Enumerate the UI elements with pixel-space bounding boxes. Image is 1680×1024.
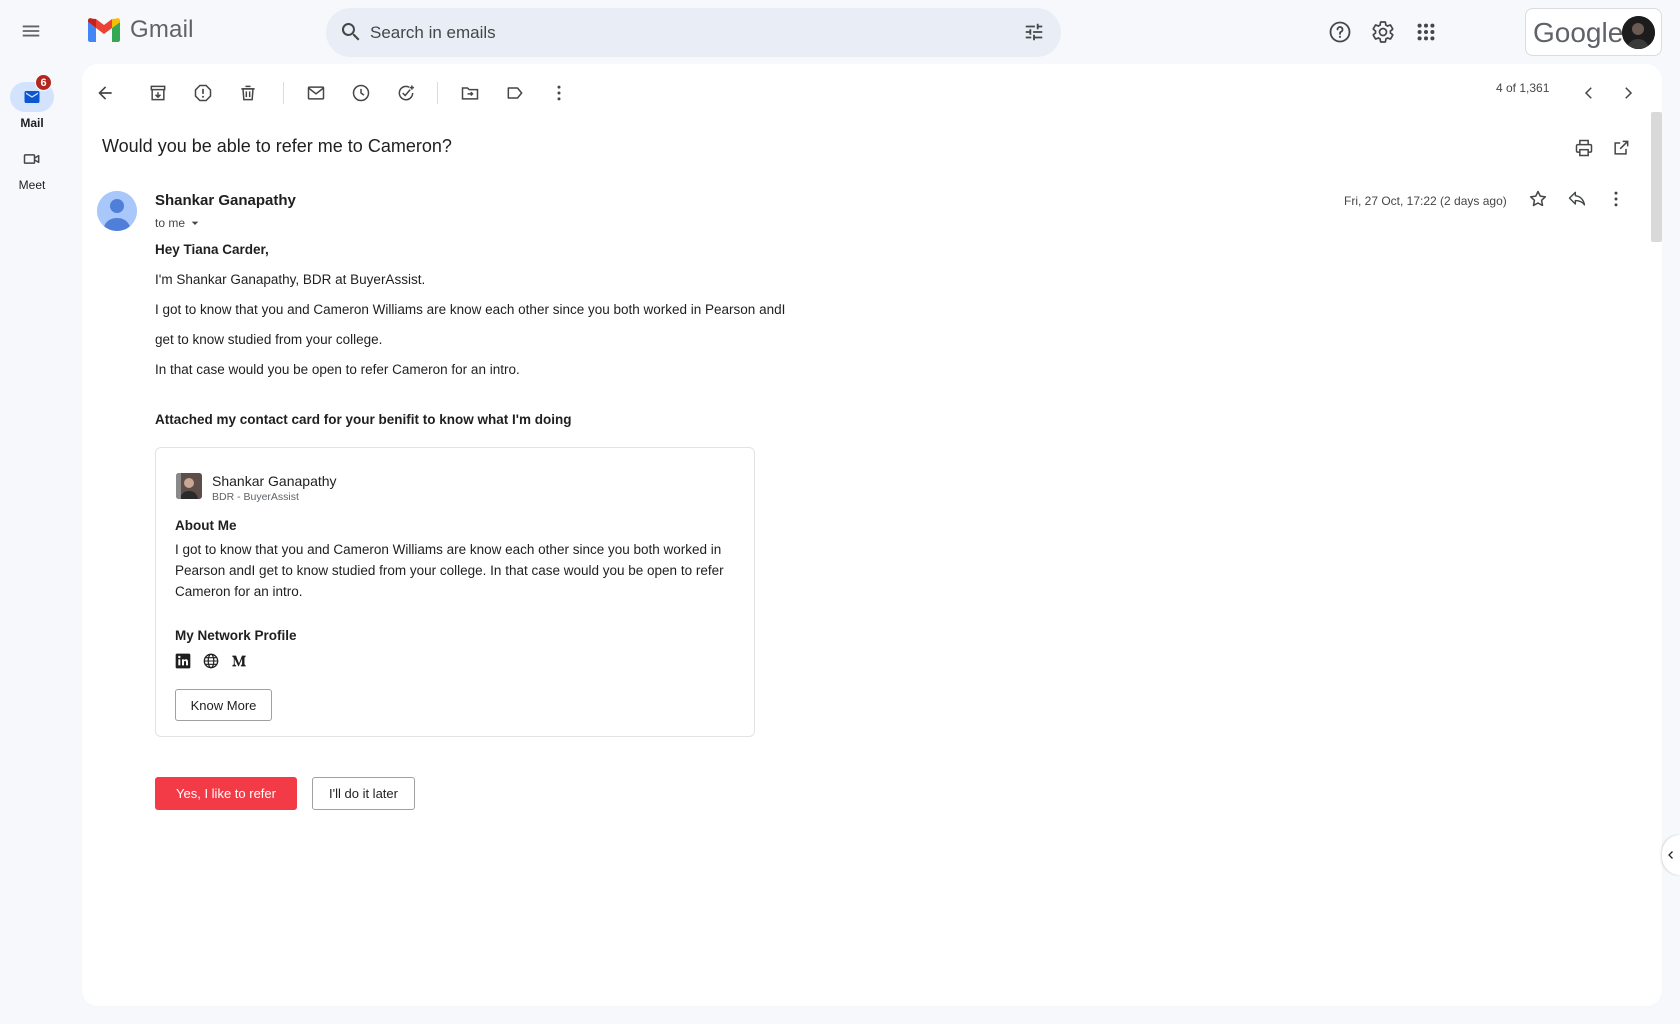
contact-card: Shankar Ganapathy BDR - BuyerAssist Abou…	[155, 447, 755, 737]
apps-icon	[1417, 23, 1435, 41]
rail-label-meet: Meet	[18, 178, 46, 192]
message-view: 4 of 1,361 Would you be able to refer me…	[82, 64, 1662, 1006]
email-greeting: Hey Tiana Carder,	[155, 242, 269, 257]
chevron-left-icon	[1584, 87, 1592, 99]
video-icon	[23, 154, 40, 164]
open-in-new-icon	[1614, 140, 1629, 155]
message-more-button[interactable]	[1599, 182, 1633, 216]
older-button[interactable]	[1611, 76, 1645, 110]
unread-badge: 6	[35, 74, 52, 91]
search-input[interactable]	[370, 20, 970, 46]
rail-item-meet[interactable]: Meet	[0, 144, 64, 192]
chevron-left-icon	[1668, 851, 1673, 859]
main-menu-button[interactable]	[14, 14, 48, 48]
star-button[interactable]	[1521, 182, 1555, 216]
snooze-button[interactable]	[344, 76, 378, 110]
google-wordmark: Google	[1533, 17, 1624, 48]
reply-icon	[1568, 191, 1586, 206]
mail-pill[interactable]: 6	[10, 74, 54, 112]
side-panel-toggle[interactable]	[1662, 835, 1680, 875]
globe-icon[interactable]	[203, 653, 219, 669]
email-body-line: In that case would you be open to refer …	[155, 362, 520, 377]
email-subject: Would you be able to refer me to Cameron…	[102, 136, 452, 156]
settings-button[interactable]	[1366, 15, 1400, 49]
refer-yes-button[interactable]: Yes, I like to refer	[155, 777, 297, 810]
user-avatar-icon	[1622, 16, 1655, 49]
print-button[interactable]	[1567, 131, 1601, 165]
recipient-details[interactable]: to me	[155, 215, 203, 231]
sender-avatar[interactable]	[97, 191, 137, 231]
arrow-back-icon	[98, 86, 112, 100]
search-bar[interactable]	[326, 8, 1061, 57]
toolbar-divider	[283, 82, 284, 104]
toolbar-divider	[437, 82, 438, 104]
mail-icon	[24, 91, 40, 103]
search-icon[interactable]	[339, 20, 363, 44]
know-more-button[interactable]: Know More	[175, 689, 272, 721]
refer-later-button[interactable]: I'll do it later	[312, 777, 415, 810]
recipient-text: to me	[155, 216, 186, 230]
app-name: Gmail	[130, 16, 194, 43]
apps-button[interactable]	[1409, 15, 1443, 49]
medium-icon[interactable]	[231, 653, 247, 669]
settings-icon	[1372, 21, 1394, 43]
gmail-logo[interactable]: Gmail	[88, 16, 194, 44]
account-switcher[interactable]: Google	[1525, 8, 1662, 56]
card-name: Shankar Ganapathy	[212, 473, 337, 489]
meet-pill[interactable]	[10, 144, 54, 174]
card-avatar	[176, 473, 202, 499]
mark-unread-button[interactable]	[299, 76, 333, 110]
report-spam-button[interactable]	[186, 76, 220, 110]
move-to-button[interactable]	[453, 76, 487, 110]
network-heading: My Network Profile	[175, 628, 297, 643]
open-new-window-button[interactable]	[1604, 131, 1638, 165]
trash-icon	[241, 85, 255, 101]
labels-button[interactable]	[498, 76, 532, 110]
email-body-line: I got to know that you and Cameron Willi…	[155, 302, 786, 317]
rail-item-mail[interactable]: 6 Mail	[0, 74, 64, 130]
move-to-folder-icon	[461, 87, 479, 100]
more-options-button[interactable]	[542, 76, 576, 110]
archive-icon	[150, 85, 166, 101]
gmail-logo-icon	[88, 18, 120, 42]
arrow-drop-down-icon	[191, 221, 199, 225]
report-spam-icon	[194, 84, 212, 102]
label-icon	[507, 87, 523, 99]
message-date: Fri, 27 Oct, 17:22 (2 days ago)	[1344, 194, 1507, 208]
about-heading: About Me	[175, 518, 237, 533]
email-body-line: get to know studied from your college.	[155, 332, 383, 347]
add-to-tasks-button[interactable]	[389, 76, 423, 110]
more-vert-icon	[557, 85, 561, 101]
top-header: Gmail Google	[0, 0, 1680, 64]
card-role: BDR - BuyerAssist	[212, 491, 299, 503]
network-icons	[175, 653, 247, 669]
sender-name[interactable]: Shankar Ganapathy	[155, 192, 296, 209]
user-avatar[interactable]	[1622, 16, 1655, 49]
newer-button[interactable]	[1572, 76, 1606, 110]
help-icon	[1329, 21, 1351, 43]
rail-label-mail: Mail	[20, 116, 44, 130]
print-icon	[1575, 139, 1593, 157]
email-body-line: I'm Shankar Ganapathy, BDR at BuyerAssis…	[155, 272, 426, 287]
linkedin-icon[interactable]	[175, 653, 191, 669]
archive-button[interactable]	[141, 76, 175, 110]
back-button[interactable]	[88, 76, 122, 110]
help-button[interactable]	[1323, 15, 1357, 49]
delete-button[interactable]	[231, 76, 265, 110]
scrollbar-thumb[interactable]	[1651, 112, 1662, 242]
chevron-right-icon	[1625, 87, 1633, 99]
pagination-count: 4 of 1,361	[1496, 81, 1550, 95]
star-icon	[1529, 190, 1547, 207]
main-menu-icon	[22, 25, 40, 37]
mark-unread-icon	[307, 86, 325, 100]
reply-button[interactable]	[1560, 182, 1594, 216]
search-options-icon[interactable]	[1023, 21, 1045, 43]
attachment-note: Attached my contact card for your benifi…	[155, 412, 572, 427]
card-avatar-icon	[176, 473, 202, 499]
person-icon	[97, 191, 137, 231]
more-vert-icon	[1614, 191, 1618, 207]
add-task-icon	[398, 85, 414, 101]
about-text: I got to know that you and Cameron Willi…	[175, 542, 724, 599]
clock-icon	[352, 84, 370, 102]
